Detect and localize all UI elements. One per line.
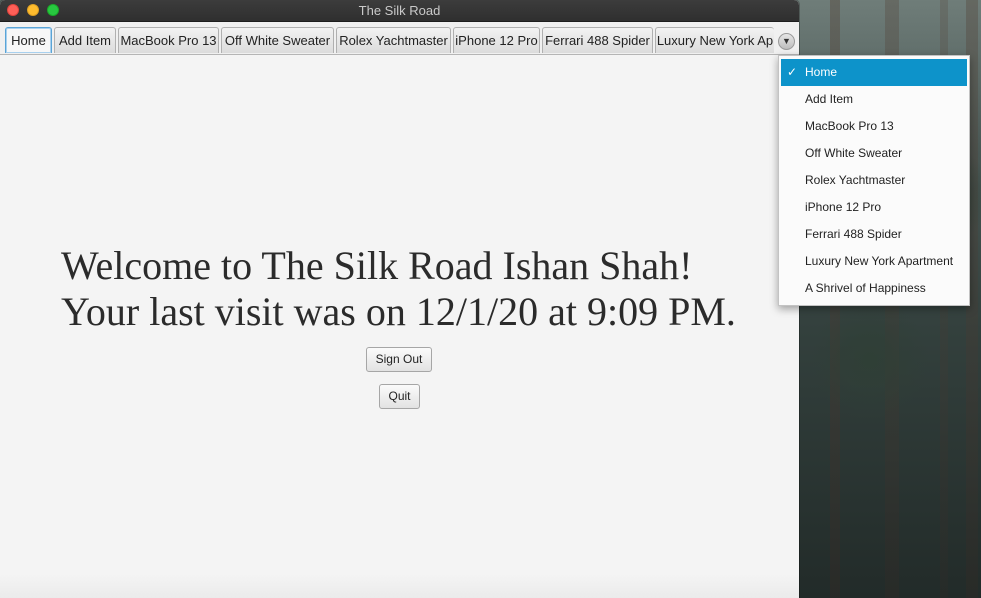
menu-item-label: MacBook Pro 13: [805, 119, 894, 133]
menu-item-label: A Shrivel of Happiness: [805, 281, 926, 295]
menu-item-home[interactable]: ✓ Home: [781, 59, 967, 86]
menu-item-label: Off White Sweater: [805, 146, 903, 160]
tab-ferrari-488-spider[interactable]: Ferrari 488 Spider: [542, 27, 653, 53]
menu-item-luxury-new-york-apartment[interactable]: Luxury New York Apartment: [781, 248, 967, 275]
menu-item-add-item[interactable]: Add Item: [781, 86, 967, 113]
menu-item-ferrari-488-spider[interactable]: Ferrari 488 Spider: [781, 221, 967, 248]
menu-item-label: iPhone 12 Pro: [805, 200, 882, 214]
menu-item-macbook-pro-13[interactable]: MacBook Pro 13: [781, 113, 967, 140]
menu-item-label: Home: [805, 65, 838, 79]
menu-item-label: Rolex Yachtmaster: [805, 173, 906, 187]
home-content: Welcome to The Silk Road Ishan Shah! You…: [0, 55, 799, 598]
welcome-line: Welcome to The Silk Road Ishan Shah!: [61, 243, 693, 288]
tab-rolex-yachtmaster[interactable]: Rolex Yachtmaster: [336, 27, 451, 53]
tab-macbook-pro-13[interactable]: MacBook Pro 13: [118, 27, 219, 53]
tab-bar: Home Add Item MacBook Pro 13 Off White S…: [0, 22, 799, 55]
quit-button[interactable]: Quit: [379, 384, 420, 409]
tab-iphone-12-pro[interactable]: iPhone 12 Pro: [453, 27, 540, 53]
tab-home[interactable]: Home: [5, 27, 52, 53]
window-title: The Silk Road: [358, 3, 441, 18]
menu-item-label: Ferrari 488 Spider: [805, 227, 902, 241]
tab-off-white-sweater[interactable]: Off White Sweater: [221, 27, 334, 53]
app-window: The Silk Road Home Add Item MacBook Pro …: [0, 0, 799, 598]
tab-list-menu: ✓ Home Add Item MacBook Pro 13 Off White…: [778, 55, 970, 306]
foliage: [810, 300, 930, 420]
menu-item-label: Add Item: [805, 92, 854, 106]
welcome-message: Welcome to The Silk Road Ishan Shah! You…: [61, 243, 736, 335]
chevron-down-icon[interactable]: ▼: [778, 33, 795, 50]
tab-add-item[interactable]: Add Item: [54, 27, 116, 53]
menu-item-iphone-12-pro[interactable]: iPhone 12 Pro: [781, 194, 967, 221]
checkmark-icon: ✓: [787, 65, 798, 79]
menu-item-rolex-yachtmaster[interactable]: Rolex Yachtmaster: [781, 167, 967, 194]
menu-item-label: Luxury New York Apartment: [805, 254, 954, 268]
last-visit-line: Your last visit was on 12/1/20 at 9:09 P…: [61, 289, 736, 334]
menu-item-a-shrivel-of-happiness[interactable]: A Shrivel of Happiness: [781, 275, 967, 302]
menu-item-off-white-sweater[interactable]: Off White Sweater: [781, 140, 967, 167]
sign-out-button[interactable]: Sign Out: [366, 347, 432, 372]
tab-luxury-new-york-apartment[interactable]: Luxury New York Ap: [655, 27, 774, 53]
title-bar[interactable]: The Silk Road: [0, 0, 799, 22]
window-footer: [0, 574, 799, 598]
